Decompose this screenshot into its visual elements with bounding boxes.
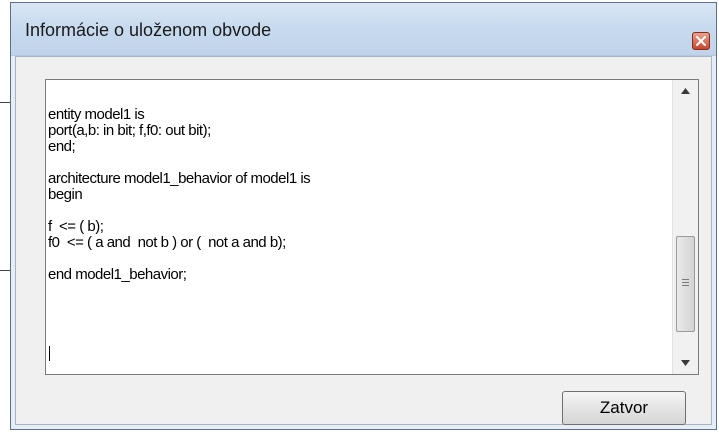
code-line: f <= ( b); bbox=[48, 218, 104, 235]
code-line: f0 <= ( a and not b ) or ( not a and b); bbox=[48, 234, 286, 251]
scroll-down-arrow-icon bbox=[681, 360, 690, 366]
code-line: end model1_behavior; bbox=[48, 266, 187, 283]
window-title: Informácie o uloženom obvode bbox=[25, 20, 272, 40]
text-caret bbox=[49, 346, 50, 361]
code-content: entity model1 is port(a,b: in bit; f,f0: … bbox=[48, 107, 668, 283]
code-line: port(a,b: in bit; f,f0: out bit); bbox=[48, 122, 211, 139]
scroll-up-arrow-icon bbox=[681, 88, 690, 94]
code-line: begin bbox=[48, 186, 83, 203]
zatvor-button[interactable]: Zatvor bbox=[562, 391, 686, 425]
vertical-scrollbar[interactable] bbox=[672, 80, 698, 374]
dialog-body: entity model1 is port(a,b: in bit; f,f0: … bbox=[15, 56, 712, 425]
grip-icon bbox=[682, 279, 689, 287]
close-icon bbox=[696, 36, 706, 46]
code-line: end; bbox=[48, 138, 76, 155]
scroll-up-button[interactable] bbox=[673, 80, 698, 102]
scroll-down-button[interactable] bbox=[673, 352, 698, 374]
code-line: entity model1 is bbox=[48, 106, 145, 123]
code-textarea[interactable]: entity model1 is port(a,b: in bit; f,f0: … bbox=[45, 79, 699, 375]
scrollbar-thumb[interactable] bbox=[676, 236, 695, 332]
code-line: architecture model1_behavior of model1 i… bbox=[48, 170, 311, 187]
window-close-button[interactable] bbox=[692, 32, 710, 50]
title-bar[interactable]: Informácie o uloženom obvode bbox=[11, 3, 716, 56]
info-dialog: Informácie o uloženom obvode entity mode… bbox=[10, 2, 717, 430]
